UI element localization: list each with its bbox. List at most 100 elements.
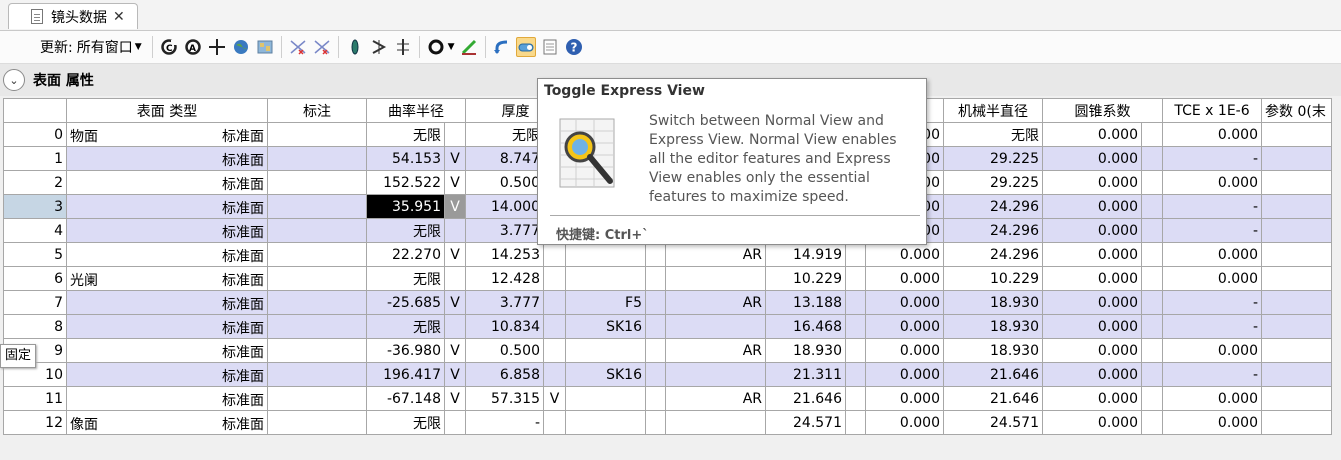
- coordinate-break-icon[interactable]: [393, 37, 413, 57]
- thickness-cell[interactable]: 无限: [465, 122, 544, 147]
- thickness-cell[interactable]: 3.777: [465, 290, 544, 315]
- conic-solve-cell[interactable]: [1141, 338, 1163, 363]
- radius-solve-cell[interactable]: V: [444, 290, 466, 315]
- material-cell[interactable]: F5: [565, 290, 646, 315]
- tce-cell[interactable]: 0.000: [1162, 242, 1262, 267]
- material-cell[interactable]: SK16: [565, 362, 646, 387]
- radius-cell[interactable]: 无限: [366, 122, 445, 147]
- clear-solve-cell[interactable]: [845, 362, 866, 387]
- radius-cell[interactable]: -67.148: [366, 386, 445, 411]
- row-number[interactable]: 2: [3, 170, 67, 195]
- header-surface-type[interactable]: 表面 类型: [66, 98, 268, 123]
- tce-cell[interactable]: 0.000: [1162, 122, 1262, 147]
- row-number[interactable]: 5: [3, 242, 67, 267]
- header-radius[interactable]: 曲率半径: [366, 98, 466, 123]
- chip-zone-cell[interactable]: 0.000: [865, 338, 944, 363]
- conic-solve-cell[interactable]: [1141, 410, 1163, 435]
- comment-cell[interactable]: [267, 386, 367, 411]
- table-row[interactable]: 6 光阑 标准面 无限 12.428 10.229 0.000 10.229 0.000 0.00…: [3, 266, 1332, 291]
- conic-solve-cell[interactable]: [1141, 242, 1163, 267]
- thickness-cell[interactable]: -: [465, 410, 544, 435]
- tce-cell[interactable]: -: [1162, 218, 1262, 243]
- param0-cell[interactable]: [1261, 290, 1332, 315]
- comment-cell[interactable]: [267, 146, 367, 171]
- mech-semi-dia-cell[interactable]: 21.646: [943, 386, 1043, 411]
- chip-zone-cell[interactable]: 0.000: [865, 386, 944, 411]
- edit-pen-icon[interactable]: [459, 37, 479, 57]
- thickness-solve-cell[interactable]: [543, 242, 566, 267]
- table-row[interactable]: 8 标准面 无限 10.834 SK16 16.468 0.000 18.930 0.000-: [3, 314, 1332, 339]
- param0-cell[interactable]: [1261, 146, 1332, 171]
- thickness-cell[interactable]: 12.428: [465, 266, 544, 291]
- table-row[interactable]: 5 标准面 22.270 V 14.253 AR 14.919 0.000 24.296 0.00…: [3, 242, 1332, 267]
- ray-split-icon[interactable]: [288, 37, 308, 57]
- mech-semi-dia-cell[interactable]: 24.296: [943, 218, 1043, 243]
- conic-cell[interactable]: 0.000: [1042, 266, 1142, 291]
- surface-type-cell[interactable]: 标准面: [66, 362, 268, 387]
- chip-zone-cell[interactable]: 0.000: [865, 266, 944, 291]
- surface-type-cell[interactable]: 标准面: [66, 338, 268, 363]
- radius-cell[interactable]: -36.980: [366, 338, 445, 363]
- radius-cell[interactable]: -25.685: [366, 290, 445, 315]
- clear-solve-cell[interactable]: [845, 242, 866, 267]
- clear-semi-dia-cell[interactable]: 21.646: [765, 386, 846, 411]
- header-tce[interactable]: TCE x 1E-6: [1162, 98, 1262, 123]
- clear-solve-cell[interactable]: [845, 266, 866, 291]
- arrow-lens-icon[interactable]: [369, 37, 389, 57]
- conic-solve-cell[interactable]: [1141, 194, 1163, 219]
- param0-cell[interactable]: [1261, 386, 1332, 411]
- radius-solve-cell[interactable]: [444, 266, 466, 291]
- update-dropdown[interactable]: 所有窗口: [77, 37, 133, 57]
- header-conic[interactable]: 圆锥系数: [1042, 98, 1163, 123]
- table-row[interactable]: 11 标准面 -67.148 V 57.315 V AR 21.646 0.000 21.646 0…: [3, 386, 1332, 411]
- surface-type-cell[interactable]: 标准面: [66, 146, 268, 171]
- radius-cell[interactable]: 无限: [366, 314, 445, 339]
- surface-type-cell[interactable]: 标准面: [66, 290, 268, 315]
- clear-solve-cell[interactable]: [845, 338, 866, 363]
- tce-cell[interactable]: -: [1162, 146, 1262, 171]
- auto-update-icon[interactable]: A: [183, 37, 203, 57]
- thickness-cell[interactable]: 14.253: [465, 242, 544, 267]
- radius-cell[interactable]: 54.153: [366, 146, 445, 171]
- thickness-cell[interactable]: 3.777: [465, 218, 544, 243]
- surface-type-cell[interactable]: 标准面: [66, 242, 268, 267]
- conic-cell[interactable]: 0.000: [1042, 362, 1142, 387]
- chip-zone-cell[interactable]: 0.000: [865, 410, 944, 435]
- table-row[interactable]: 9 标准面 -36.980 V 0.500 AR 18.930 0.000 18.930 0.00…: [3, 338, 1332, 363]
- mech-semi-dia-cell[interactable]: 无限: [943, 122, 1043, 147]
- table-row[interactable]: 12 像面 标准面 无限 -24.571 0.000 24.571 0.000 0.000: [3, 410, 1332, 435]
- material-solve-cell[interactable]: [645, 386, 666, 411]
- globe-icon[interactable]: [231, 37, 251, 57]
- chip-zone-cell[interactable]: 0.000: [865, 242, 944, 267]
- surface-type-cell[interactable]: 标准面: [66, 170, 268, 195]
- mech-semi-dia-cell[interactable]: 18.930: [943, 314, 1043, 339]
- header-comment[interactable]: 标注: [267, 98, 367, 123]
- radius-cell[interactable]: 152.522: [366, 170, 445, 195]
- clear-semi-dia-cell[interactable]: 16.468: [765, 314, 846, 339]
- radius-solve-cell[interactable]: [444, 218, 466, 243]
- thickness-solve-cell[interactable]: [543, 314, 566, 339]
- radius-solve-cell[interactable]: V: [444, 194, 466, 219]
- surface-type-cell[interactable]: 像面 标准面: [66, 410, 268, 435]
- coating-cell[interactable]: AR: [665, 242, 766, 267]
- coating-cell[interactable]: [665, 410, 766, 435]
- radius-cell[interactable]: 196.417: [366, 362, 445, 387]
- material-cell[interactable]: [565, 386, 646, 411]
- radius-solve-cell[interactable]: V: [444, 362, 466, 387]
- material-solve-cell[interactable]: [645, 290, 666, 315]
- conic-solve-cell[interactable]: [1141, 146, 1163, 171]
- clear-semi-dia-cell[interactable]: 21.311: [765, 362, 846, 387]
- material-cell[interactable]: [565, 410, 646, 435]
- header-param0[interactable]: 参数 0(末: [1261, 98, 1332, 123]
- clear-semi-dia-cell[interactable]: 24.571: [765, 410, 846, 435]
- comment-cell[interactable]: [267, 218, 367, 243]
- material-cell[interactable]: [565, 242, 646, 267]
- tce-cell[interactable]: 0.000: [1162, 338, 1262, 363]
- radius-cell[interactable]: 无限: [366, 266, 445, 291]
- tce-cell[interactable]: 0.000: [1162, 386, 1262, 411]
- conic-cell[interactable]: 0.000: [1042, 122, 1142, 147]
- coating-cell[interactable]: [665, 266, 766, 291]
- mech-semi-dia-cell[interactable]: 18.930: [943, 290, 1043, 315]
- spreadsheet-icon[interactable]: [540, 37, 560, 57]
- comment-cell[interactable]: [267, 290, 367, 315]
